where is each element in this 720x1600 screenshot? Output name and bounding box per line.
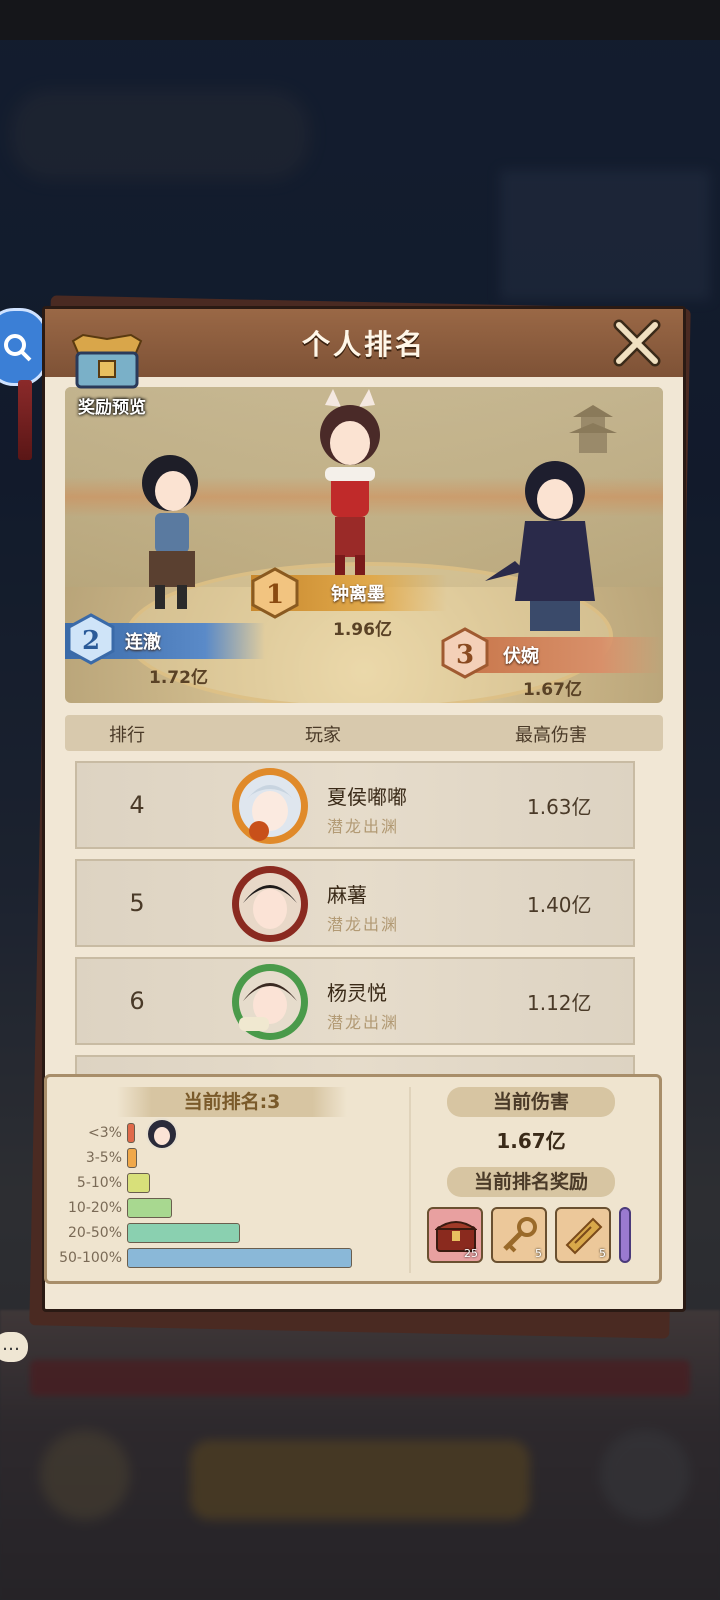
- svg-text:3: 3: [456, 640, 474, 670]
- distribution-label: 50-100%: [59, 1250, 122, 1266]
- current-damage-value: 1.67亿: [496, 1129, 566, 1153]
- reward-count: 5: [599, 1247, 606, 1260]
- close-button[interactable]: [609, 315, 665, 371]
- close-icon: [613, 319, 661, 367]
- reward-item-key[interactable]: 5: [491, 1207, 547, 1263]
- player-avatar[interactable]: [229, 765, 311, 847]
- tassel-decoration: [18, 380, 32, 460]
- header-damage: 最高伤害: [515, 725, 587, 746]
- player-avatar[interactable]: [229, 863, 311, 945]
- current-damage-title: 当前伤害: [447, 1087, 615, 1117]
- player-title: 潜龙出渊: [327, 1013, 400, 1032]
- search-button[interactable]: [0, 308, 48, 386]
- distribution-bar: [127, 1248, 352, 1268]
- second-damage: 1.72亿: [149, 668, 208, 688]
- rank-3-icon: 3: [441, 627, 489, 679]
- reward-count: 5: [535, 1247, 542, 1260]
- current-reward-title: 当前排名奖励: [447, 1167, 615, 1197]
- panel-title: 个人排名: [301, 328, 426, 361]
- rank-2-icon: 2: [67, 613, 115, 665]
- row-rank: 6: [129, 987, 145, 1015]
- player-damage: 1.40亿: [527, 893, 592, 917]
- player-title: 潜龙出渊: [327, 817, 400, 836]
- distribution-label: 3-5%: [85, 1150, 122, 1166]
- character-first[interactable]: [295, 387, 405, 587]
- first-damage: 1.96亿: [333, 620, 392, 640]
- reward-item-chest[interactable]: 25: [427, 1207, 483, 1263]
- row-rank: 5: [129, 889, 145, 917]
- rank-badge-2: 2: [65, 613, 119, 669]
- player-avatar[interactable]: [229, 961, 311, 1043]
- header-rank: 排行: [109, 725, 145, 746]
- reward-item-partial[interactable]: [619, 1207, 631, 1263]
- reward-item-scroll[interactable]: 5: [555, 1207, 611, 1263]
- rank-badge-3: 3: [437, 627, 493, 683]
- reward-chest-icon: [71, 333, 143, 389]
- distribution-bar: [127, 1173, 150, 1193]
- player-name: 夏侯嘟嘟: [327, 785, 407, 809]
- table-row[interactable]: 4 夏侯嘟嘟 潜龙出渊 1.63亿: [75, 761, 635, 849]
- reward-preview-button[interactable]: 奖励预览: [59, 329, 159, 429]
- reward-preview-label: 奖励预览: [78, 398, 146, 418]
- distribution-label: 10-20%: [68, 1200, 122, 1216]
- podium-area: 钟离墨 1 1.96亿 连澈 2 1.72亿 伏婉 3 1.67亿: [65, 387, 663, 703]
- table-row[interactable]: 5 麻薯 潜龙出渊 1.40亿: [75, 859, 635, 947]
- distribution-label: <3%: [88, 1125, 122, 1141]
- rank-badge-1: 1: [247, 567, 303, 623]
- pagoda-icon: [569, 405, 617, 453]
- search-icon: [4, 334, 32, 362]
- character-third[interactable]: [485, 451, 615, 641]
- distribution-label: 20-50%: [68, 1225, 122, 1241]
- distribution-label: 5-10%: [76, 1175, 122, 1191]
- svg-text:2: 2: [82, 626, 100, 656]
- distribution-bar: [127, 1223, 240, 1243]
- player-name: 麻薯: [327, 883, 367, 907]
- first-name: 钟离墨: [331, 584, 385, 605]
- svg-text:1: 1: [266, 580, 284, 610]
- table-header: 排行 玩家 最高伤害: [65, 715, 663, 751]
- chat-button[interactable]: …: [0, 1332, 28, 1362]
- player-name: 杨灵悦: [327, 981, 387, 1005]
- current-rank-box: 当前排名:3 <3% 3-5% 5-10% 10-20% 20-50% 50-100% 当…: [44, 1074, 662, 1284]
- player-damage: 1.12亿: [527, 991, 592, 1015]
- distribution-bar: [127, 1123, 135, 1143]
- table-row[interactable]: 6 杨灵悦 潜龙出渊 1.12亿: [75, 957, 635, 1045]
- third-name: 伏婉: [503, 646, 539, 667]
- header-player: 玩家: [305, 725, 341, 746]
- distribution-bar: [127, 1148, 137, 1168]
- second-name: 连澈: [125, 632, 161, 653]
- box-divider: [409, 1087, 411, 1273]
- player-title: 潜龙出渊: [327, 915, 400, 934]
- row-rank: 4: [129, 791, 145, 819]
- player-damage: 1.63亿: [527, 795, 592, 819]
- reward-count: 25: [464, 1247, 478, 1260]
- rank-1-icon: 1: [251, 567, 299, 619]
- current-rank-label: 当前排名:3: [117, 1087, 347, 1117]
- character-second[interactable]: [115, 443, 225, 623]
- self-avatar-marker: [146, 1118, 178, 1150]
- distribution-bar: [127, 1198, 172, 1218]
- third-damage: 1.67亿: [523, 680, 582, 700]
